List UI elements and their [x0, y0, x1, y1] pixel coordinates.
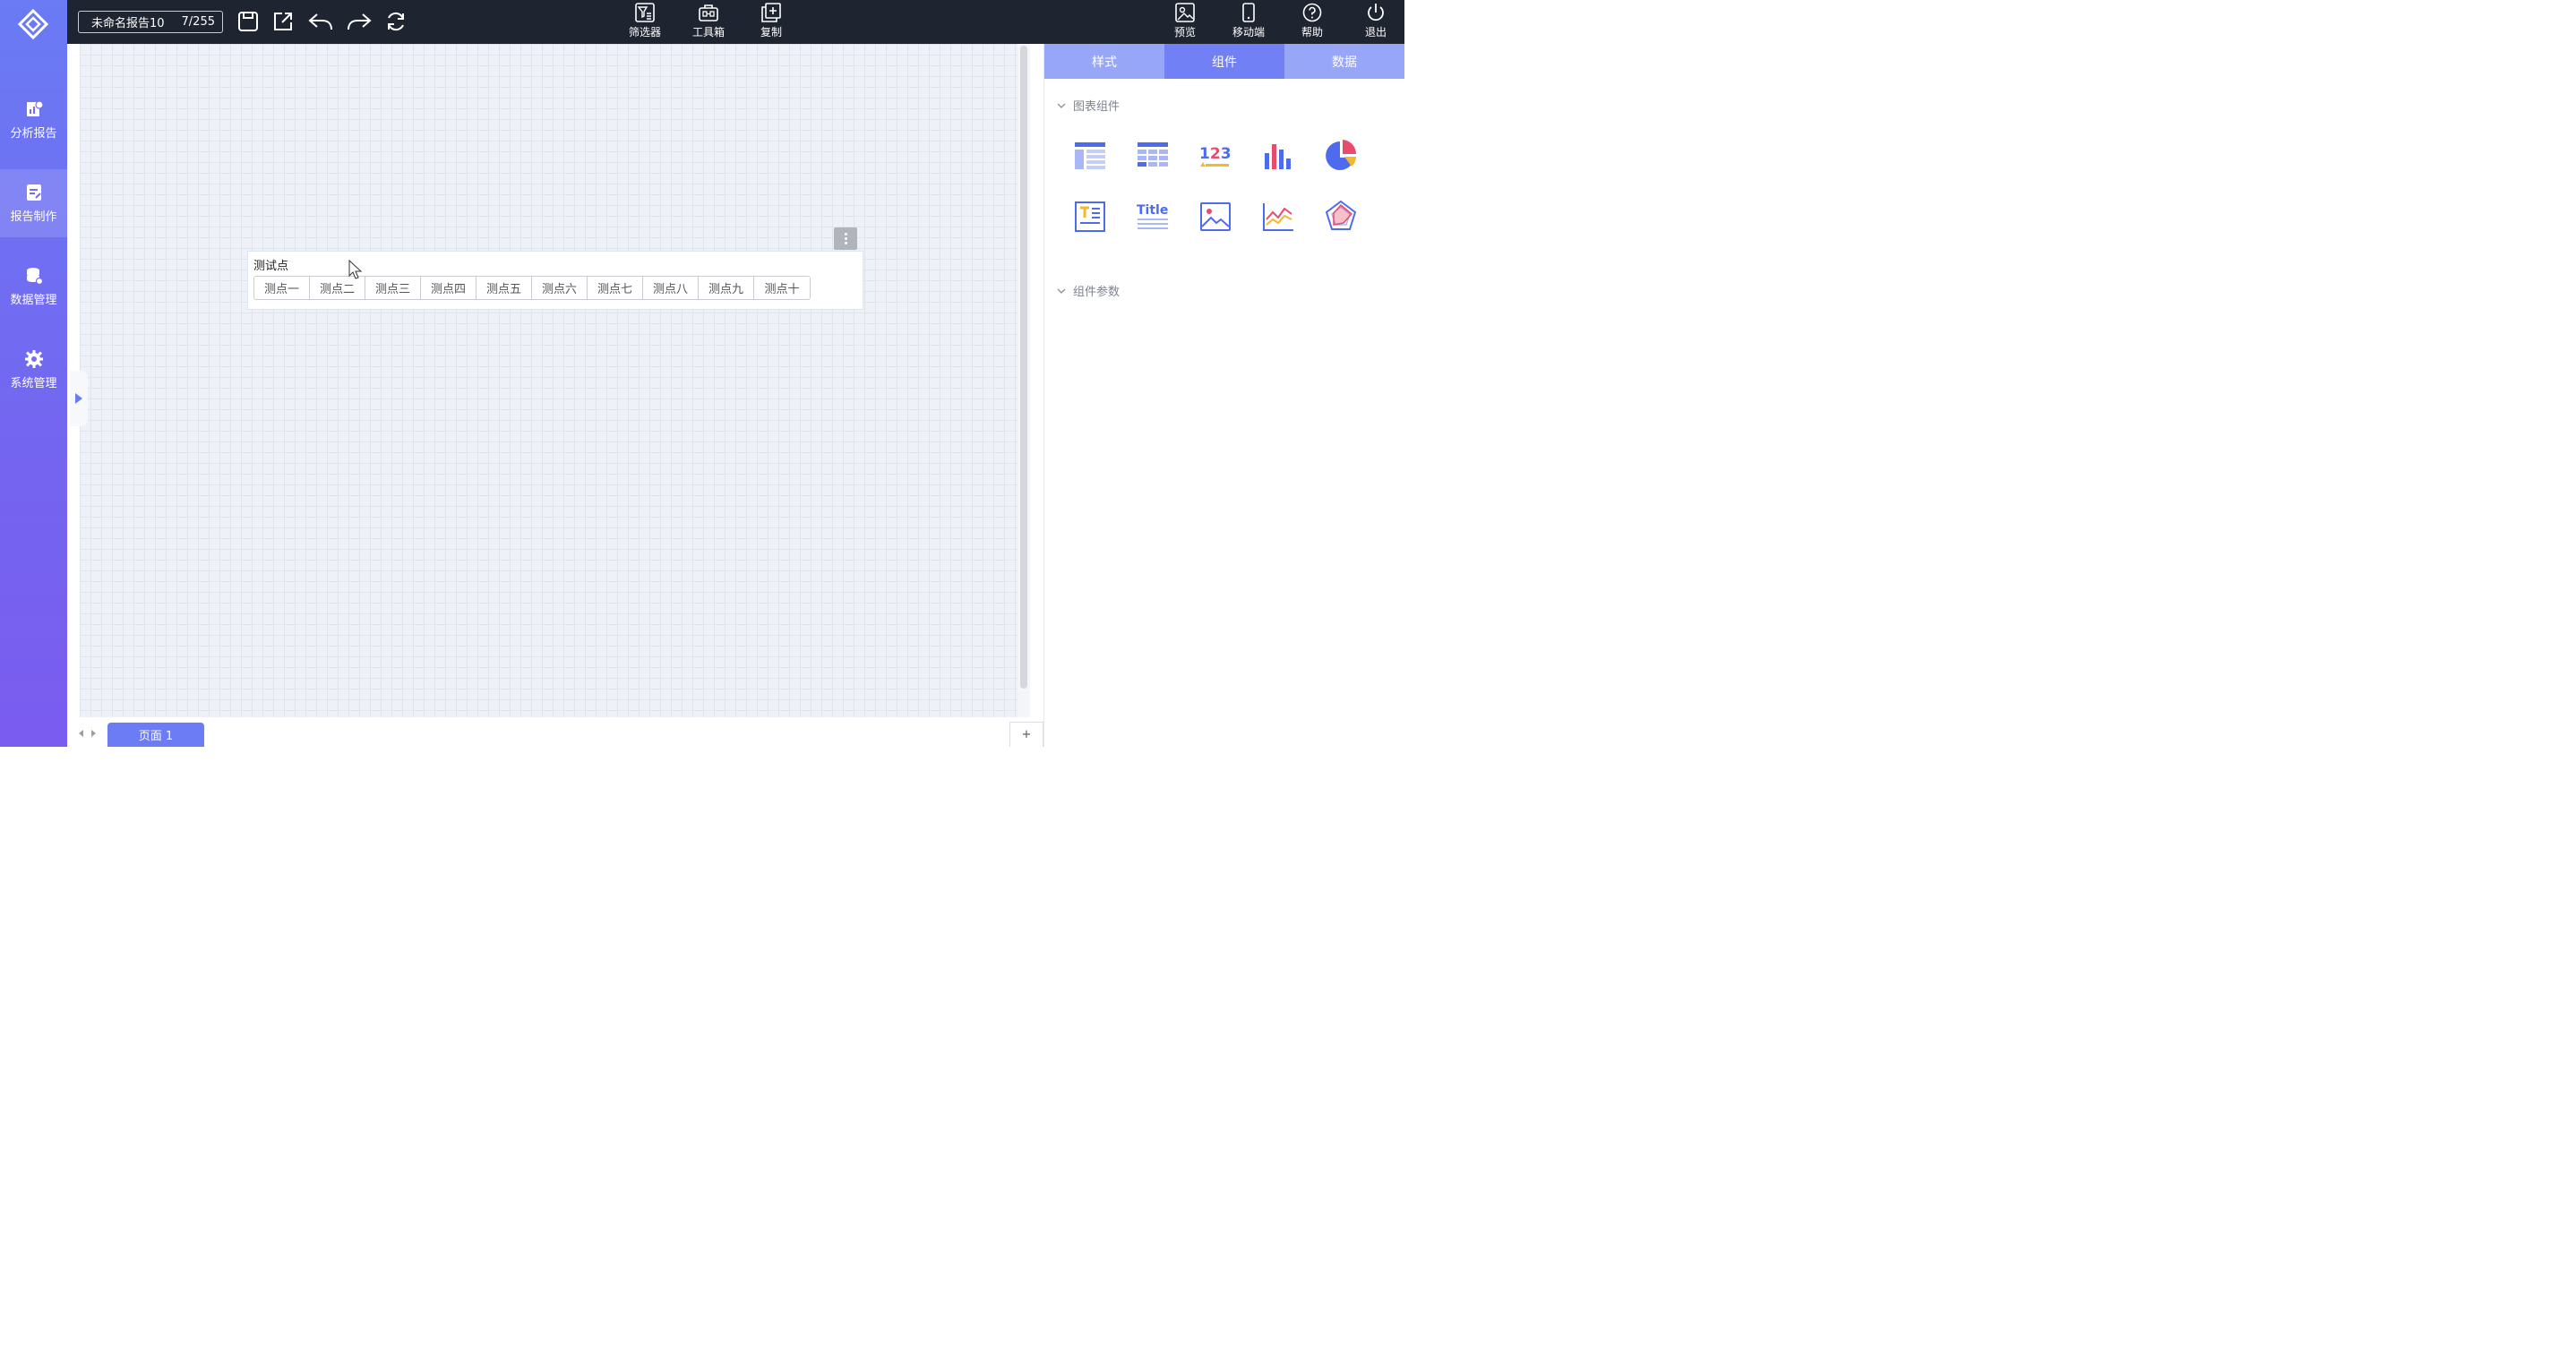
cross-table-icon[interactable]: [1134, 137, 1172, 175]
report-chart-icon: [26, 100, 44, 116]
redo-icon: [348, 13, 372, 30]
svg-text:Title: Title: [1137, 203, 1168, 218]
refresh-button[interactable]: [384, 10, 408, 33]
mobile-label: 移动端: [1232, 26, 1265, 39]
undo-icon: [308, 13, 332, 30]
segment-option[interactable]: 测点三: [365, 277, 421, 299]
pie-chart-icon[interactable]: [1322, 137, 1360, 175]
help-button[interactable]: 帮助: [1285, 3, 1339, 42]
filter-icon: [635, 3, 655, 22]
nav-item-system-management[interactable]: 系统管理: [0, 336, 67, 404]
nav-item-label: 系统管理: [10, 377, 57, 390]
section-title: 图表组件: [1073, 100, 1121, 114]
top-toolbar: 未命名报告10 7/255 筛选器 工具箱 复制 预览 移动端 帮助 退出: [67, 0, 1404, 44]
segment-option[interactable]: 测点十: [754, 277, 810, 299]
section-title: 组件参数: [1073, 286, 1121, 299]
toolbox-label: 工具箱: [691, 26, 725, 39]
title-text-icon[interactable]: Title: [1134, 198, 1172, 235]
component-params-header[interactable]: 组件参数: [1057, 282, 1120, 299]
nav-item-label: 报告制作: [10, 210, 57, 224]
chart-components-header[interactable]: 图表组件: [1057, 97, 1120, 114]
save-icon: [238, 12, 258, 31]
detail-table-icon[interactable]: [1071, 137, 1109, 175]
design-canvas[interactable]: 测试点 测点一 测点二 测点三 测点四 测点五 测点六 测点七 测点八 测点九 …: [80, 44, 1018, 717]
nav-item-analysis-report[interactable]: 分析报告: [0, 86, 67, 154]
refresh-icon: [388, 12, 404, 31]
power-icon: [1368, 4, 1384, 21]
tab-data[interactable]: 数据: [1284, 44, 1404, 79]
panel-tabs: 样式 组件 数据: [1044, 44, 1404, 79]
add-page-button[interactable]: +: [1009, 722, 1043, 747]
database-icon: [26, 268, 43, 286]
segment-option[interactable]: 测点六: [532, 277, 588, 299]
report-name: 未命名报告10: [91, 17, 165, 30]
copy-button[interactable]: 复制: [744, 3, 798, 42]
copy-add-icon: [761, 3, 781, 22]
radar-chart-icon[interactable]: [1322, 198, 1360, 235]
left-nav: 分析报告 报告制作 数据管理 系统管理: [0, 0, 67, 747]
line-chart-icon[interactable]: [1259, 198, 1297, 235]
widget-title: 测试点: [253, 260, 289, 273]
export-icon: [274, 13, 292, 30]
segment-option[interactable]: 测点四: [421, 277, 477, 299]
report-name-counter: 7/255: [181, 15, 215, 29]
chevron-down-icon: [1057, 288, 1066, 294]
edit-document-icon: [26, 184, 41, 201]
nav-item-label: 数据管理: [10, 294, 57, 307]
toolbox-button[interactable]: 工具箱: [682, 3, 735, 42]
filter-tool-button[interactable]: 筛选器: [618, 3, 672, 42]
chevron-down-icon: [1057, 103, 1066, 108]
segment-option[interactable]: 测点五: [477, 277, 532, 299]
segment-option[interactable]: 测点八: [643, 277, 699, 299]
tab-components[interactable]: 组件: [1164, 44, 1284, 79]
undo-button[interactable]: [307, 10, 334, 33]
export-button[interactable]: [271, 10, 295, 33]
scrollbar-thumb[interactable]: [1020, 46, 1027, 689]
filter-tool-label: 筛选器: [628, 26, 661, 39]
help-label: 帮助: [1301, 26, 1323, 39]
logout-label: 退出: [1364, 26, 1387, 39]
segment-option[interactable]: 测点九: [699, 277, 754, 299]
canvas-scrollbar[interactable]: [1018, 44, 1030, 717]
segment-option[interactable]: 测点一: [254, 277, 310, 299]
mobile-phone-icon: [1242, 3, 1255, 22]
preview-button[interactable]: 预览: [1158, 3, 1212, 42]
kpi-number-icon[interactable]: 123: [1197, 137, 1234, 175]
page-prev-icon[interactable]: [79, 730, 83, 737]
page-tab[interactable]: 页面 1: [107, 723, 204, 747]
logout-button[interactable]: 退出: [1349, 3, 1403, 42]
page-bar: 页面 1 +: [67, 717, 1043, 747]
caret-right-icon: [75, 393, 82, 404]
bar-chart-icon[interactable]: [1259, 137, 1297, 175]
canvas-area: 测试点 测点一 测点二 测点三 测点四 测点五 测点六 测点七 测点八 测点九 …: [67, 44, 1043, 747]
toolbox-icon: [699, 4, 718, 21]
filter-widget[interactable]: 测试点 测点一 测点二 测点三 测点四 测点五 测点六 测点七 测点八 测点九 …: [247, 251, 863, 310]
right-panel: 样式 组件 数据 图表组件 123 Title 组件参数: [1043, 44, 1404, 747]
mouse-cursor-icon: [348, 260, 363, 279]
nav-item-data-management[interactable]: 数据管理: [0, 253, 67, 321]
preview-image-icon: [1175, 3, 1195, 22]
app-logo-icon[interactable]: [16, 7, 50, 41]
save-button[interactable]: [236, 10, 260, 33]
nav-item-label: 分析报告: [10, 127, 57, 141]
help-icon: [1302, 3, 1322, 22]
widget-more-icon[interactable]: [834, 227, 857, 250]
page-next-icon[interactable]: [91, 730, 96, 737]
preview-label: 预览: [1173, 26, 1196, 39]
segment-option[interactable]: 测点七: [588, 277, 643, 299]
copy-label: 复制: [760, 26, 782, 39]
report-name-input[interactable]: 未命名报告10 7/255: [78, 11, 223, 33]
expand-panel-button[interactable]: [70, 371, 88, 426]
text-block-icon[interactable]: [1071, 198, 1109, 235]
image-icon[interactable]: [1197, 198, 1234, 235]
nav-item-report-making[interactable]: 报告制作: [0, 169, 67, 237]
mobile-button[interactable]: 移动端: [1222, 3, 1275, 42]
gear-icon: [24, 350, 43, 368]
segmented-control: 测点一 测点二 测点三 测点四 测点五 测点六 测点七 测点八 测点九 测点十: [253, 276, 811, 300]
svg-text:123: 123: [1199, 145, 1232, 163]
redo-button[interactable]: [346, 10, 373, 33]
tab-style[interactable]: 样式: [1044, 44, 1164, 79]
